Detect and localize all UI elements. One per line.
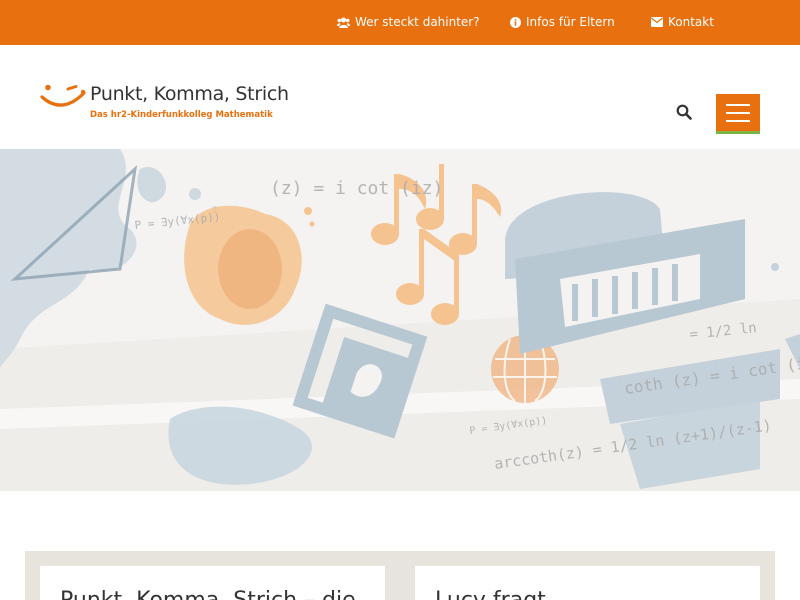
envelope-icon xyxy=(651,17,663,27)
topbar-link-label: Kontakt xyxy=(668,15,714,29)
hamburger-menu-icon xyxy=(726,103,750,106)
hero-illustration: (z) = i cot (iz) coth (z) = i cot (iz) a… xyxy=(0,149,800,491)
users-icon xyxy=(337,17,350,28)
top-bar: Wer steckt dahinter? Infos für Eltern Ko… xyxy=(0,0,800,45)
topbar-link-parents[interactable]: Infos für Eltern xyxy=(510,15,615,29)
menu-toggle-button[interactable] xyxy=(716,94,760,134)
card-title: Punkt, Komma, Strich – die xyxy=(60,588,356,600)
hero-formula: (z) = i cot (iz) xyxy=(270,178,443,199)
topbar-link-label: Wer steckt dahinter? xyxy=(355,15,480,29)
search-button[interactable] xyxy=(676,104,694,122)
smiley-logo-icon xyxy=(40,84,86,107)
search-icon xyxy=(676,104,692,120)
content-card[interactable]: Lucy fragt xyxy=(415,566,760,600)
topbar-link-label: Infos für Eltern xyxy=(526,15,615,29)
info-circle-icon xyxy=(510,16,521,28)
site-header: Punkt, Komma, Strich Das hr2-Kinderfunkk… xyxy=(0,45,800,149)
logo-subtitle: Das hr2-Kinderfunkkolleg Mathematik xyxy=(90,110,273,120)
topbar-link-contact[interactable]: Kontakt xyxy=(651,15,714,29)
content-card[interactable]: Punkt, Komma, Strich – die xyxy=(40,566,385,600)
hero-banner: (z) = i cot (iz) coth (z) = i cot (iz) a… xyxy=(0,149,800,491)
topbar-link-about[interactable]: Wer steckt dahinter? xyxy=(337,15,480,29)
logo-title: Punkt, Komma, Strich xyxy=(90,83,289,105)
card-title: Lucy fragt xyxy=(435,588,546,600)
